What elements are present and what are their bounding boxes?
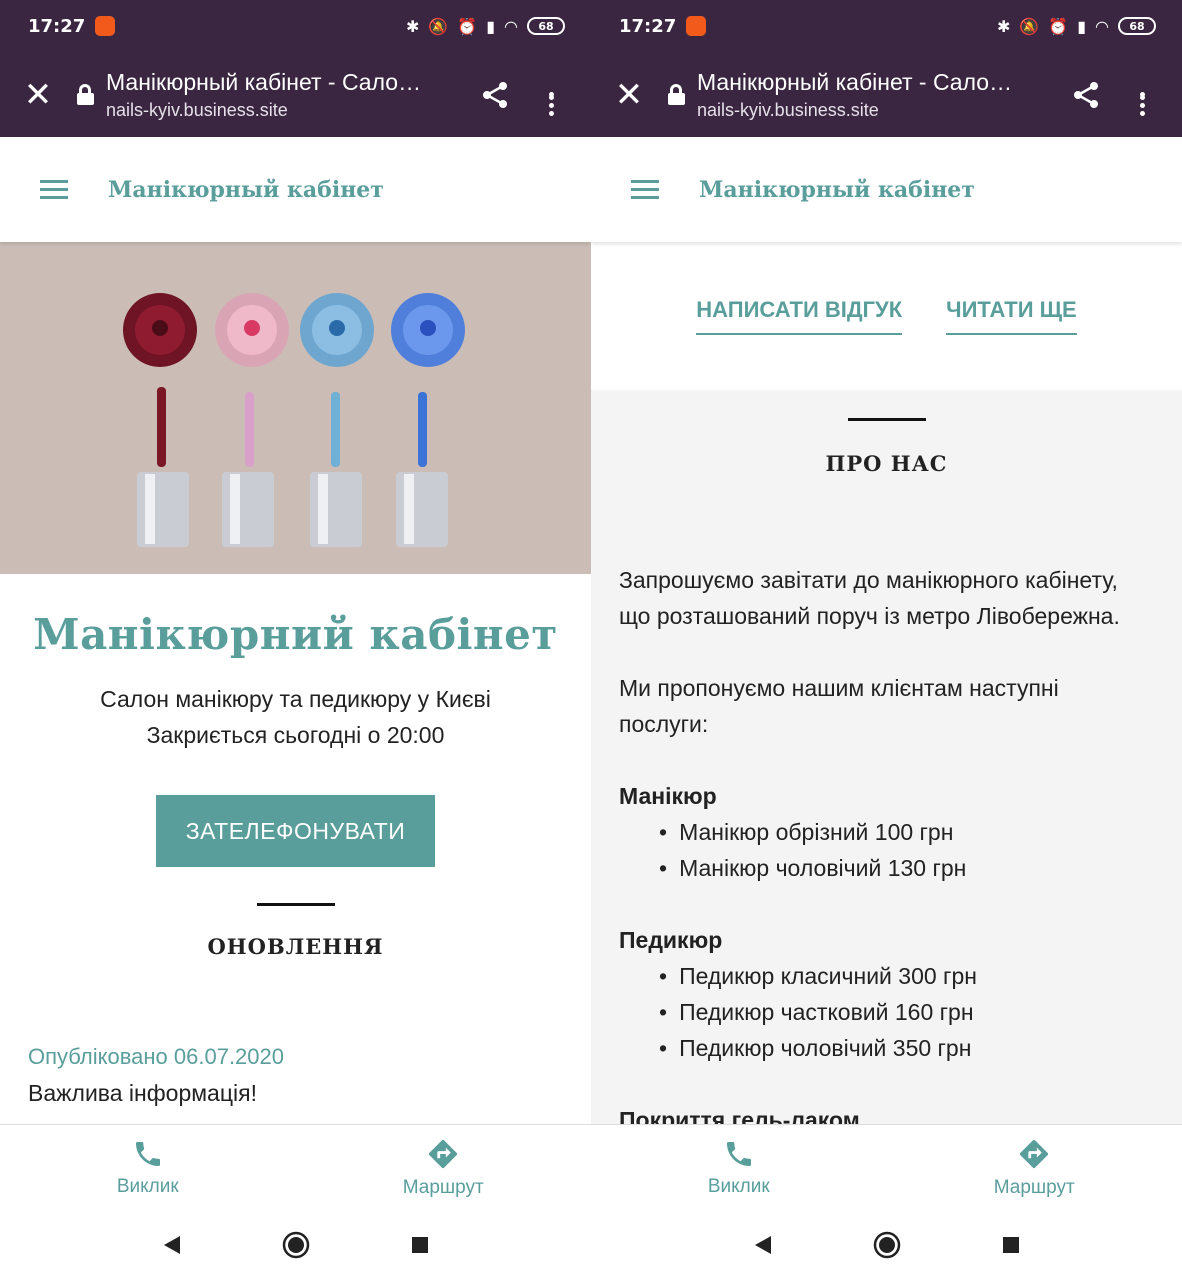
- battery-icon: 68: [1118, 17, 1156, 35]
- post-date: Опубліковано 06.07.2020: [28, 1044, 284, 1069]
- call-action[interactable]: Виклик: [0, 1125, 296, 1210]
- more-vert-icon[interactable]: [531, 89, 571, 116]
- recents-icon[interactable]: [949, 1235, 1073, 1255]
- lock-icon: [667, 84, 685, 105]
- back-icon[interactable]: [701, 1234, 825, 1256]
- page-host: nails-kyiv.business.site: [106, 99, 288, 120]
- service-category: Педикюр: [619, 927, 723, 953]
- wifi-icon: ◠: [1095, 16, 1109, 36]
- business-info: Манікюрний кабінет Салон манікюру та пед…: [0, 574, 591, 959]
- back-icon[interactable]: [110, 1234, 234, 1256]
- url-text[interactable]: Манікюрный кабінет - Сало… nails-kyiv.bu…: [106, 69, 459, 121]
- about-body: Запрошуємо завітати до манікюрного кабін…: [591, 562, 1182, 1138]
- site-name[interactable]: Манікюрный кабінет: [108, 177, 384, 203]
- page-title: Манікюрный кабінет - Сало…: [106, 68, 422, 95]
- bluetooth-icon: ✱: [405, 16, 420, 36]
- url-bar: ✕ Манікюрный кабінет - Сало… nails-kyiv.…: [0, 52, 591, 137]
- phone-icon: [135, 1141, 160, 1166]
- browser-chrome: 17:27 ✱ 🔕 ⏰ ▮ ◠ 68 ✕ Манікюрный кабінет …: [591, 0, 1182, 137]
- status-bar: 17:27 ✱ 🔕 ⏰ ▮ ◠ 68: [0, 0, 591, 52]
- section-divider: [847, 418, 926, 421]
- hamburger-icon[interactable]: [631, 175, 659, 204]
- nail-polish-bottles: [0, 242, 591, 574]
- alarm-icon: ⏰: [457, 16, 478, 36]
- route-action-label: Маршрут: [402, 1176, 484, 1198]
- system-nav-bar: [0, 1210, 591, 1280]
- business-subtitle: Салон манікюру та педикюру у Києві: [100, 686, 491, 712]
- page-title: Манікюрный кабінет - Сало…: [697, 68, 1013, 95]
- mute-icon: 🔕: [428, 16, 449, 36]
- updates-heading: ОНОВЛЕННЯ: [207, 934, 384, 959]
- url-text[interactable]: Манікюрный кабінет - Сало… nails-kyiv.bu…: [697, 69, 1050, 121]
- hamburger-icon[interactable]: [40, 175, 68, 204]
- home-icon[interactable]: [825, 1231, 949, 1259]
- service-list: Педикюр класичний 300 грн Педикюр частко…: [619, 958, 1154, 1066]
- battery-icon: 68: [527, 17, 565, 35]
- call-action-label: Виклик: [116, 1175, 179, 1197]
- site-header: Манікюрный кабінет: [0, 137, 591, 242]
- route-action[interactable]: Маршрут: [887, 1125, 1182, 1210]
- more-vert-icon[interactable]: [1122, 89, 1162, 116]
- alarm-icon: ⏰: [1048, 16, 1069, 36]
- recents-icon[interactable]: [358, 1235, 482, 1255]
- about-offer: Ми пропонуємо нашим клієнтам наступні по…: [619, 675, 1059, 737]
- about-intro: Запрошуємо завітати до манікюрного кабін…: [619, 567, 1120, 629]
- service-item: Педикюр чоловічий 350 грн: [659, 1030, 1154, 1066]
- browser-chrome: 17:27 ✱ 🔕 ⏰ ▮ ◠ 68 ✕ Манікюрный кабінет …: [0, 0, 591, 137]
- system-nav-bar: [591, 1210, 1182, 1280]
- directions-icon: [429, 1139, 458, 1168]
- status-bar: 17:27 ✱ 🔕 ⏰ ▮ ◠ 68: [591, 0, 1182, 52]
- call-action[interactable]: Виклик: [591, 1125, 887, 1210]
- business-title: Манікюрний кабінет: [33, 610, 558, 659]
- directions-icon: [1020, 1139, 1049, 1168]
- page-host: nails-kyiv.business.site: [697, 99, 879, 120]
- wifi-icon: ◠: [504, 16, 518, 36]
- share-icon[interactable]: [1066, 80, 1106, 110]
- about-section: ПРО НАС Запрошуємо завітати до манікюрно…: [591, 390, 1182, 1133]
- phone-screen-right: 17:27 ✱ 🔕 ⏰ ▮ ◠ 68 ✕ Манікюрный кабінет …: [591, 0, 1182, 1280]
- share-icon[interactable]: [475, 80, 515, 110]
- service-category: Манікюр: [619, 783, 717, 809]
- notification-icon: [95, 16, 116, 36]
- signal-icon: ▮: [1077, 16, 1087, 36]
- hero-image: [0, 242, 591, 574]
- post-text: Важлива інформація!: [28, 1080, 257, 1106]
- close-icon[interactable]: ✕: [20, 78, 56, 112]
- phone-screen-left: 17:27 ✱ 🔕 ⏰ ▮ ◠ 68 ✕ Манікюрный кабінет …: [0, 0, 591, 1280]
- service-item: Манікюр чоловічий 130 грн: [659, 850, 1154, 886]
- business-hours: Закриється сьогодні о 20:00: [146, 722, 445, 748]
- call-action-label: Виклик: [707, 1175, 770, 1197]
- status-time: 17:27: [619, 15, 677, 37]
- review-links: НАПИСАТИ ВІДГУК ЧИТАТИ ЩЕ: [591, 242, 1182, 390]
- write-review-link[interactable]: НАПИСАТИ ВІДГУК: [696, 297, 903, 335]
- service-item: Педикюр класичний 300 грн: [659, 958, 1154, 994]
- status-time: 17:27: [28, 15, 86, 37]
- update-post: Опубліковано 06.07.2020 Важлива інформац…: [0, 1044, 591, 1107]
- call-button[interactable]: ЗАТЕЛЕФОНУВАТИ: [156, 795, 435, 867]
- bluetooth-icon: ✱: [996, 16, 1011, 36]
- site-header: Манікюрный кабінет: [591, 137, 1182, 242]
- bottom-action-bar: Виклик Маршрут: [0, 1124, 591, 1210]
- lock-icon: [76, 84, 94, 105]
- bottom-action-bar: Виклик Маршрут: [591, 1124, 1182, 1210]
- home-icon[interactable]: [234, 1231, 358, 1259]
- service-list: Манікюр обрізний 100 грн Манікюр чоловіч…: [619, 814, 1154, 886]
- url-bar: ✕ Манікюрный кабінет - Сало… nails-kyiv.…: [591, 52, 1182, 137]
- service-item: Педикюр частковий 160 грн: [659, 994, 1154, 1030]
- notification-icon: [686, 16, 707, 36]
- route-action[interactable]: Маршрут: [296, 1125, 592, 1210]
- site-name[interactable]: Манікюрный кабінет: [699, 177, 975, 203]
- service-item: Манікюр обрізний 100 грн: [659, 814, 1154, 850]
- route-action-label: Маршрут: [993, 1176, 1075, 1198]
- read-more-link[interactable]: ЧИТАТИ ЩЕ: [946, 297, 1077, 335]
- mute-icon: 🔕: [1019, 16, 1040, 36]
- signal-icon: ▮: [486, 16, 496, 36]
- phone-icon: [726, 1141, 751, 1166]
- section-divider: [256, 903, 335, 906]
- about-heading: ПРО НАС: [825, 451, 948, 476]
- two-phone-screens: 17:27 ✱ 🔕 ⏰ ▮ ◠ 68 ✕ Манікюрный кабінет …: [0, 0, 1182, 1280]
- close-icon[interactable]: ✕: [611, 78, 647, 112]
